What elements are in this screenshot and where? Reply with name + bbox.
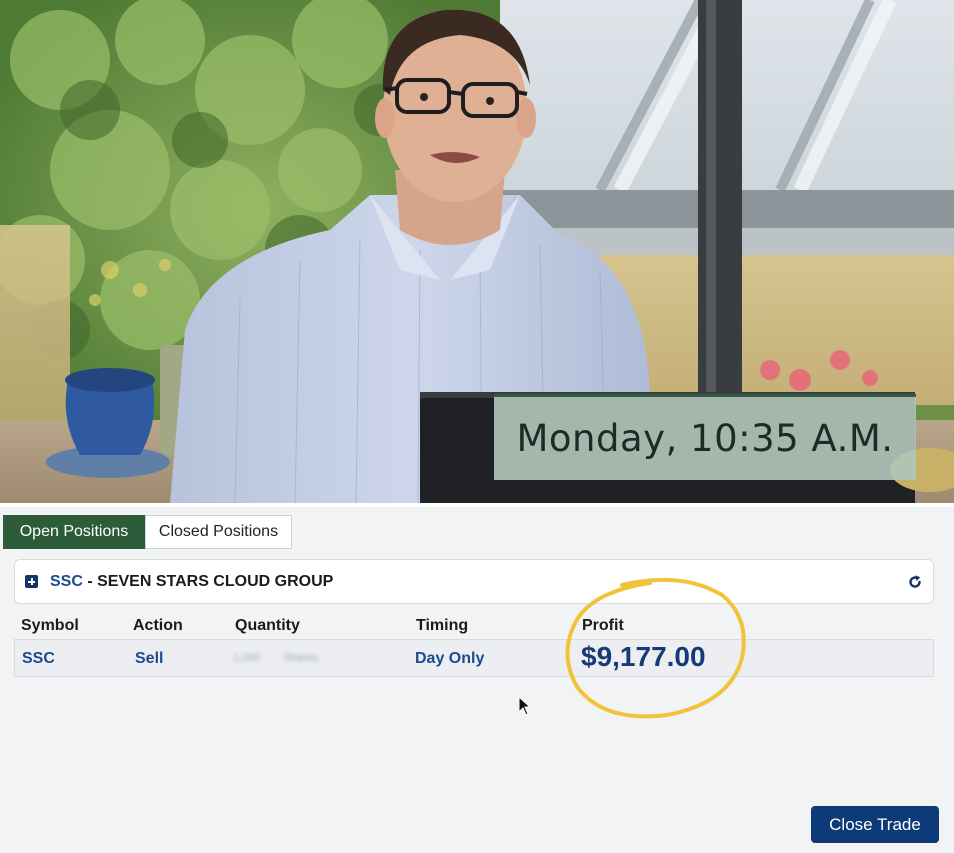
refresh-icon[interactable] [907,574,923,590]
time-overlay-text: Monday, 10:35 A.M. [516,417,894,460]
table-header: Symbol Action Quantity Timing Profit [14,615,934,639]
tab-closed-positions-label: Closed Positions [158,523,279,540]
column-header-symbol: Symbol [21,617,79,634]
video-frame: Monday, 10:35 A.M. [0,0,954,503]
time-overlay: Monday, 10:35 A.M. [494,394,916,480]
column-header-timing: Timing [416,617,469,634]
row-quantity-number: 1,000 [233,652,261,664]
row-action: Sell [135,650,164,667]
position-group-title: SSC - SEVEN STARS CLOUD GROUP [50,573,333,591]
column-header-quantity: Quantity [235,617,300,634]
table-row[interactable]: SSC Sell 1,000 Shares Day Only $9,177.00 [14,639,934,677]
column-header-profit: Profit [582,617,624,634]
position-tabs: Open Positions Closed Positions [3,515,292,549]
plus-square-icon[interactable] [25,575,38,588]
row-profit: $9,177.00 [581,641,706,672]
position-group-header[interactable]: SSC - SEVEN STARS CLOUD GROUP [14,559,934,604]
group-symbol[interactable]: SSC [50,573,83,590]
positions-panel: Open Positions Closed Positions SSC - SE… [0,503,954,853]
tab-open-positions[interactable]: Open Positions [3,515,145,549]
row-symbol[interactable]: SSC [22,650,55,668]
row-timing: Day Only [415,650,485,667]
tab-open-positions-label: Open Positions [19,523,129,540]
row-quantity-unit: Shares [283,652,318,664]
close-trade-button[interactable]: Close Trade [811,806,939,843]
group-company-name: - SEVEN STARS CLOUD GROUP [87,573,334,590]
column-header-action: Action [133,617,183,634]
tab-closed-positions[interactable]: Closed Positions [145,515,292,549]
